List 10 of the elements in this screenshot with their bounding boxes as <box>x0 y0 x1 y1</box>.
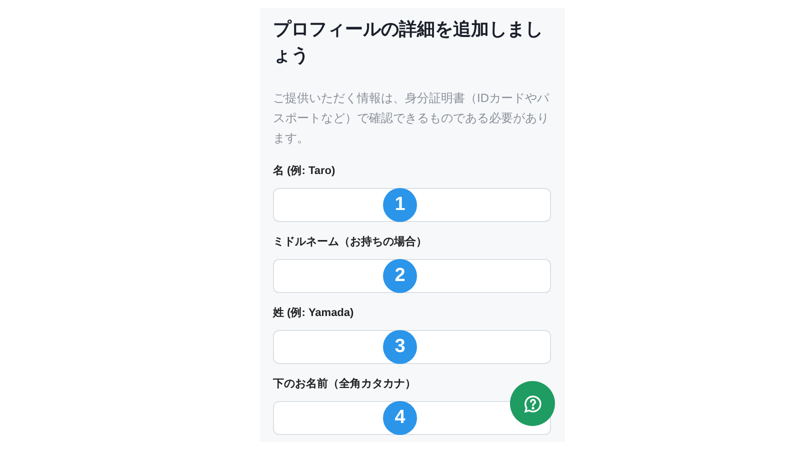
input-field[interactable] <box>273 259 551 293</box>
field-label: ミドルネーム（お持ちの場合） <box>273 235 428 249</box>
input-field[interactable] <box>273 188 551 222</box>
input-field[interactable] <box>273 330 551 364</box>
field-label: 名 (例: Taro) <box>273 164 336 178</box>
description-text: ご提供いただく情報は、身分証明書（IDカードやパスポートなど）で確認できるものである必要があります。 <box>273 90 550 147</box>
field-label: 姓 (例: Yamada) <box>273 306 355 320</box>
help-icon <box>522 394 542 414</box>
page-title: プロフィールの詳細を追加しましょう <box>273 18 544 67</box>
field-label: 下のお名前（全角カタカナ） <box>273 377 417 391</box>
